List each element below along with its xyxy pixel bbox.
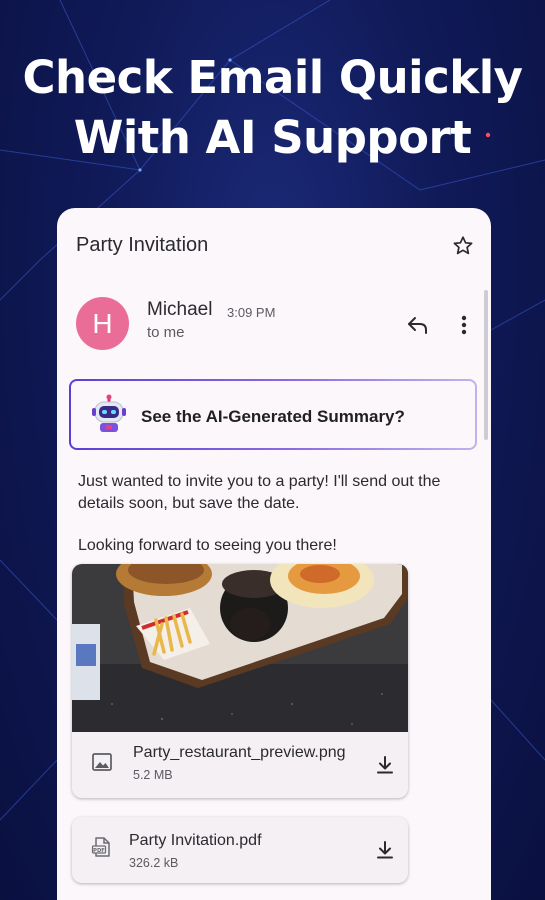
- promo-headline: Check Email Quickly With AI Support: [0, 48, 545, 168]
- download-button[interactable]: [373, 753, 397, 777]
- more-vert-icon: [461, 315, 467, 335]
- headline-line-2: With AI Support: [73, 111, 472, 164]
- star-button[interactable]: [451, 234, 475, 258]
- body-paragraph: Just wanted to invite you to a party! I'…: [78, 473, 441, 512]
- robot-icon: [92, 394, 126, 432]
- image-icon: [92, 753, 112, 771]
- download-icon: [377, 756, 393, 774]
- download-icon: [377, 841, 393, 859]
- download-button[interactable]: [373, 838, 397, 862]
- more-options-button[interactable]: [453, 312, 475, 338]
- email-body: Just wanted to invite you to a party! I'…: [78, 471, 478, 557]
- attachment-size: 5.2 MB: [133, 768, 173, 782]
- headline-line-1: Check Email Quickly: [22, 51, 523, 104]
- sent-time: 3:09 PM: [227, 305, 276, 320]
- attachment-name: Party Invitation.pdf: [129, 832, 262, 849]
- ai-summary-button[interactable]: See the AI-Generated Summary?: [69, 379, 477, 450]
- attachment-name: Party_restaurant_preview.png: [133, 744, 346, 761]
- ai-summary-label: See the AI-Generated Summary?: [141, 407, 405, 426]
- reply-button[interactable]: [405, 312, 431, 338]
- email-subject: Party Invitation: [76, 234, 209, 256]
- star-icon: [453, 236, 473, 255]
- body-paragraph: Looking forward to seeing you there!: [78, 537, 337, 554]
- pdf-icon: PDF: [91, 837, 110, 857]
- food-photo: [72, 564, 408, 732]
- attachment-row: Party_restaurant_preview.png 5.2 MB: [72, 732, 408, 798]
- reply-icon: [408, 317, 427, 334]
- attachment-card[interactable]: PDF Party Invitation.pdf 326.2 kB: [72, 817, 408, 883]
- recipient-label: to me: [147, 324, 185, 341]
- email-card: Party Invitation H Michael 3:09 PM to me: [57, 208, 491, 900]
- attachment-image-preview[interactable]: [72, 564, 408, 732]
- scrollbar[interactable]: [484, 290, 488, 440]
- attachment-size: 326.2 kB: [129, 856, 179, 870]
- svg-text:PDF: PDF: [93, 848, 105, 854]
- sender-name: Michael: [147, 299, 213, 320]
- sender-avatar: H: [76, 297, 129, 350]
